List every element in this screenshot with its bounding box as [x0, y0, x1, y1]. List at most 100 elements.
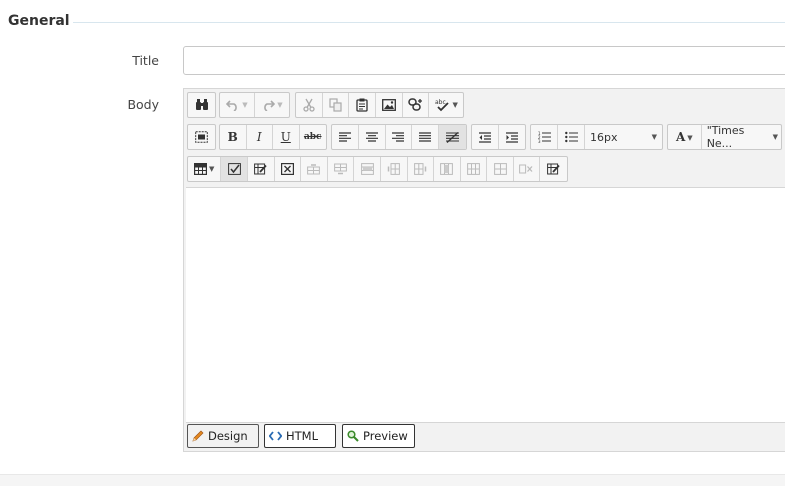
delete-column-button[interactable]: [434, 157, 461, 181]
spellcheck-icon: abc: [435, 99, 449, 112]
insert-link-button[interactable]: [403, 93, 430, 117]
justify-icon: [419, 132, 432, 142]
bold-button[interactable]: B: [220, 125, 247, 149]
svg-text:abc: abc: [435, 99, 446, 106]
font-group: A ▼ "Times Ne... ▼: [667, 124, 782, 150]
clipboard-group: abc ▼: [295, 92, 464, 118]
text-color-button[interactable]: A ▼: [668, 125, 702, 149]
tab-design-label: Design: [208, 429, 248, 443]
chevron-down-icon: ▼: [772, 133, 778, 141]
editor-content-area[interactable]: [186, 187, 785, 423]
redo-button[interactable]: ▼: [255, 93, 289, 117]
code-icon: [269, 431, 282, 441]
outdent-button[interactable]: [472, 125, 499, 149]
remove-format-button[interactable]: [439, 125, 466, 149]
insert-column-right-button[interactable]: [408, 157, 435, 181]
redo-icon: [264, 100, 276, 111]
indent-icon: [505, 131, 518, 143]
cell-properties-button[interactable]: [540, 157, 567, 181]
numbered-list-icon: 123: [538, 131, 551, 143]
align-center-icon: [365, 132, 378, 142]
image-icon: [381, 99, 396, 111]
chevron-down-icon: ▼: [687, 132, 693, 142]
cell-delete-icon: [519, 164, 533, 174]
insert-column-left-button[interactable]: [381, 157, 408, 181]
row-delete-icon: [360, 163, 374, 175]
indent-button[interactable]: [499, 125, 525, 149]
tab-html-label: HTML: [286, 429, 319, 443]
magnifier-icon: [347, 430, 359, 442]
table-properties-icon: [227, 163, 241, 175]
font-size-select[interactable]: 16px ▼: [585, 125, 662, 149]
cut-button[interactable]: [296, 93, 323, 117]
delete-row-button[interactable]: [354, 157, 381, 181]
section-title: General: [8, 13, 70, 29]
align-left-button[interactable]: [332, 125, 359, 149]
justify-button[interactable]: [412, 125, 440, 149]
rich-text-editor: ▼ ▼ abc ▼ B I U abc 1 2 3 16px ▼ A ▼ "Ti…: [183, 88, 785, 452]
align-center-button[interactable]: [359, 125, 386, 149]
italic-button[interactable]: I: [247, 125, 273, 149]
font-size-value: 16px: [590, 130, 618, 144]
undo-button[interactable]: ▼: [220, 93, 255, 117]
tab-preview[interactable]: Preview: [342, 424, 415, 448]
tab-preview-label: Preview: [363, 429, 408, 443]
tab-html[interactable]: HTML: [264, 424, 336, 448]
row-above-icon: [307, 164, 321, 175]
title-label: Title: [132, 53, 159, 68]
insert-row-below-button[interactable]: [328, 157, 355, 181]
merge-cells-icon: [467, 163, 480, 175]
insert-image-button[interactable]: [376, 93, 403, 117]
strikethrough-button[interactable]: abc: [300, 125, 326, 149]
title-input[interactable]: [183, 46, 785, 75]
list-size-group: 123 16px ▼: [530, 124, 663, 150]
edit-table-button[interactable]: [248, 157, 275, 181]
select-all-button[interactable]: [188, 125, 215, 149]
text-color-icon: A: [675, 130, 686, 144]
spellcheck-button[interactable]: abc ▼: [429, 93, 463, 117]
clipboard-icon: [356, 98, 368, 112]
select-all-icon: [195, 131, 208, 143]
merge-cells-button[interactable]: [461, 157, 488, 181]
find-group: [187, 92, 216, 118]
font-name-value: "Times Ne...: [706, 124, 745, 150]
split-cells-icon: [493, 163, 507, 175]
ordered-list-button[interactable]: 123: [531, 125, 558, 149]
paste-button[interactable]: [349, 93, 377, 117]
column-delete-icon: [440, 163, 454, 175]
copy-icon: [328, 98, 342, 112]
column-left-icon: [387, 163, 401, 175]
copy-button[interactable]: [323, 93, 350, 117]
table-delete-icon: [280, 163, 294, 175]
undo-icon: [226, 100, 238, 111]
table-group: ▼: [187, 156, 568, 182]
split-cells-button[interactable]: [487, 157, 514, 181]
bullet-list-button[interactable]: [558, 125, 585, 149]
clear-format-icon: [446, 131, 460, 143]
section-divider: [73, 22, 785, 23]
bullet-list-icon: [564, 131, 578, 143]
chevron-down-icon: ▼: [651, 133, 657, 141]
table-icon: [194, 163, 208, 175]
delete-cell-button[interactable]: [514, 157, 541, 181]
alignment-group: [331, 124, 467, 150]
binoculars-icon: [195, 99, 208, 110]
align-right-button[interactable]: [386, 125, 413, 149]
insert-table-button[interactable]: ▼: [188, 157, 222, 181]
body-label: Body: [127, 97, 159, 112]
table-properties-button[interactable]: [221, 157, 249, 181]
footer-bar: [0, 474, 785, 486]
select-all-group: [187, 124, 216, 150]
underline-button[interactable]: U: [273, 125, 300, 149]
outdent-icon: [478, 131, 491, 143]
column-right-icon: [413, 163, 427, 175]
insert-row-above-button[interactable]: [301, 157, 328, 181]
find-button[interactable]: [188, 93, 215, 117]
align-left-icon: [338, 132, 351, 142]
font-name-select[interactable]: "Times Ne... ▼: [702, 124, 781, 150]
delete-table-button[interactable]: [275, 157, 302, 181]
tab-design[interactable]: Design: [187, 424, 259, 448]
text-style-group: B I U abc: [219, 124, 327, 150]
link-icon: [408, 98, 423, 111]
scissors-icon: [303, 98, 315, 112]
